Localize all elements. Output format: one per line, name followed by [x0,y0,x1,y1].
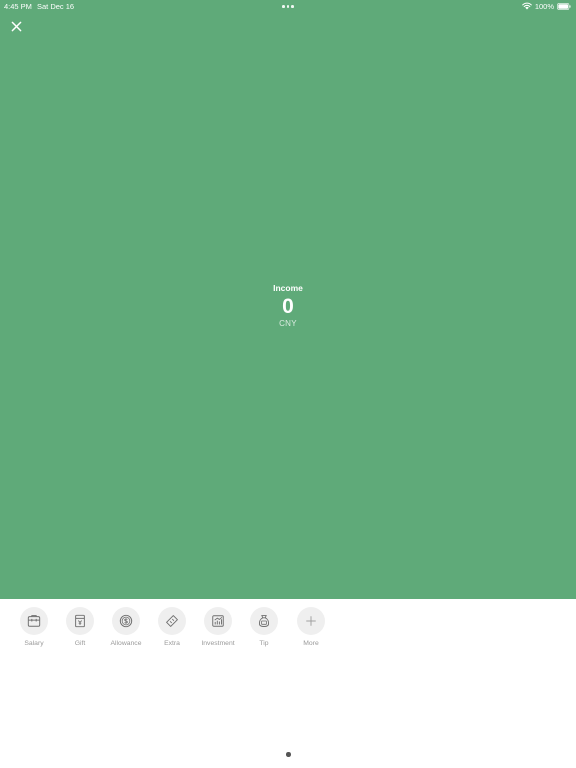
category-icon-circle [297,607,325,635]
close-icon [11,21,21,31]
chart-icon [212,615,224,627]
battery-icon [557,2,571,10]
wifi-icon [522,2,532,10]
close-button[interactable] [8,18,24,34]
category-tip[interactable]: Tip [241,607,287,647]
category-label: Extra [164,640,180,647]
category-investment[interactable]: Investment [195,607,241,647]
category-label: Gift [74,640,86,647]
category-icon-circle [112,607,140,635]
category-list: Salary Gift Allowance Extra Investment T… [0,607,576,657]
category-label: Tip [259,640,269,647]
plus-icon [306,616,316,626]
category-label: Allowance [110,640,142,647]
category-label: Investment [201,640,235,647]
page-indicator-dot[interactable] [286,752,291,757]
category-icon-circle [204,607,232,635]
battery-percent: 100% [534,1,554,11]
status-time: 4:45 PM [4,2,32,11]
gift-box-icon [75,614,85,628]
status-bar: 4:45 PM Sat Dec 16 100% [0,0,576,12]
status-date: Sat Dec 16 [37,2,75,11]
ticket-icon [166,615,178,627]
category-extra[interactable]: Extra [149,607,195,647]
category-more[interactable]: More [288,607,334,647]
category-label: Salary [24,640,44,647]
coin-icon [119,614,133,628]
amount-currency[interactable]: CNY [0,319,576,329]
category-salary[interactable]: Salary [11,607,57,647]
category-gift[interactable]: Gift [57,607,103,647]
category-label: More [303,640,319,647]
status-indicators: 100% [522,1,571,11]
amount-panel: 4:45 PM Sat Dec 16 100% Income 0 CNY [0,0,576,599]
amount-value: 0 [282,295,294,318]
category-icon-circle [20,607,48,635]
money-bag-icon [258,615,270,627]
category-icon-circle [250,607,278,635]
multitasking-dots-icon[interactable] [282,5,294,8]
category-icon-circle [66,607,94,635]
briefcase-icon [27,615,41,627]
amount-display: Income 0 CNY [0,283,576,329]
category-allowance[interactable]: Allowance [103,607,149,647]
amount-label: Income [273,283,303,293]
category-icon-circle [158,607,186,635]
